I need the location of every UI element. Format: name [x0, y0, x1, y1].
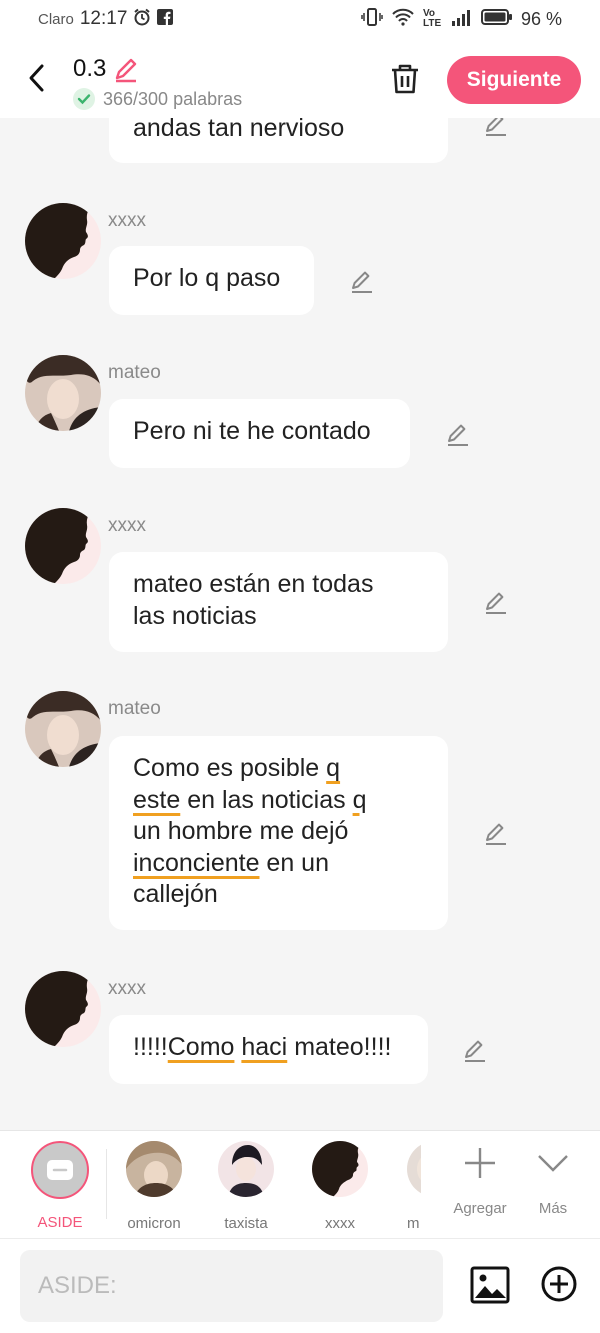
more-button[interactable]: Más: [518, 1145, 588, 1217]
message-text-line: mateo están en todas: [133, 570, 374, 598]
aside-avatar: [31, 1141, 89, 1199]
message-text-line: Como es posible q: [133, 754, 341, 782]
avatar[interactable]: [25, 203, 101, 279]
message-bubble[interactable]: Como es posible q este en las noticias q…: [109, 736, 448, 930]
status-bar: Claro 12:17 Vo LTE 96 %: [0, 0, 600, 38]
avatar[interactable]: [25, 971, 101, 1047]
avatar[interactable]: [25, 355, 101, 431]
avatar: [126, 1141, 182, 1197]
vibrate-icon: [361, 7, 383, 32]
wifi-icon: [391, 8, 415, 31]
chat-messages[interactable]: andas tan nervioso xxxx Por lo q paso ma…: [0, 118, 600, 1130]
message-text: Por lo q paso: [133, 264, 281, 292]
facebook-icon: [157, 8, 174, 30]
photo-avatar-icon: [126, 1141, 182, 1197]
message-text-line: las noticias: [133, 601, 257, 630]
character-label: xxxx: [325, 1215, 355, 1232]
input-bar: [0, 1238, 600, 1333]
character-label: omicron: [127, 1215, 181, 1232]
delete-button[interactable]: [386, 60, 424, 98]
silhouette-avatar-icon: [25, 508, 101, 584]
avatar: [218, 1141, 274, 1197]
character-omicron[interactable]: omicron: [114, 1141, 194, 1232]
silhouette-avatar-icon: [312, 1141, 368, 1197]
sender-name: mateo: [108, 362, 161, 383]
word-count: 366/300 palabras: [73, 88, 242, 110]
message-text-line: este en las noticias q: [133, 785, 367, 814]
plus-icon: [465, 1148, 495, 1178]
silhouette-avatar-icon: [25, 203, 101, 279]
character-taxista[interactable]: taxista: [206, 1141, 286, 1232]
sender-name: xxxx: [108, 978, 146, 999]
more-label: Más: [538, 1200, 568, 1217]
add-character-button[interactable]: Agregar: [445, 1145, 515, 1217]
message-bubble[interactable]: !!!!!Como haci mateo!!!!: [109, 1015, 428, 1084]
character-aside[interactable]: ASIDE: [20, 1141, 100, 1231]
message-bubble[interactable]: Pero ni te he contado: [109, 399, 410, 468]
version-label: 0.3: [73, 55, 107, 82]
character-label: taxista: [224, 1215, 268, 1232]
divider: [106, 1149, 107, 1219]
silhouette-avatar-icon: [25, 971, 101, 1047]
editor-header: 0.3 366/300 palabras Siguiente: [0, 38, 600, 118]
photo-avatar-icon: [25, 691, 101, 767]
back-button[interactable]: [22, 58, 52, 98]
message-text: !!!!!Como haci mateo!!!!: [133, 1033, 392, 1061]
pencil-icon: [116, 58, 137, 83]
character-label: m: [407, 1215, 420, 1232]
edit-message-icon[interactable]: [482, 588, 510, 616]
edit-message-icon[interactable]: [482, 819, 510, 847]
message-text-line: callejón: [133, 880, 218, 908]
add-button[interactable]: [540, 1265, 578, 1303]
check-icon: [73, 88, 95, 110]
message-text-line: inconciente en un: [133, 848, 329, 877]
chevron-left-icon: [29, 64, 44, 92]
character-label: ASIDE: [37, 1214, 83, 1231]
edit-message-icon[interactable]: [461, 1036, 489, 1064]
word-count-label: 366/300 palabras: [103, 88, 243, 109]
character-xxxx[interactable]: xxxx: [300, 1141, 380, 1232]
photo-avatar-icon: [25, 355, 101, 431]
battery-level: 96 %: [520, 8, 562, 29]
chat-bubble-icon: [47, 1160, 73, 1180]
trash-icon: [392, 64, 418, 94]
message-bubble[interactable]: Por lo q paso: [109, 246, 314, 315]
chevron-down-icon: [538, 1155, 568, 1172]
signal-icon: [451, 8, 473, 31]
edit-message-icon[interactable]: [444, 420, 472, 448]
avatar[interactable]: [25, 508, 101, 584]
avatar: [407, 1141, 421, 1197]
edit-message-icon[interactable]: [348, 267, 376, 295]
clock: 12:17: [79, 8, 128, 29]
photo-avatar-icon: [407, 1141, 421, 1197]
battery-icon: [480, 8, 513, 31]
edit-message-icon[interactable]: [482, 118, 510, 138]
avatar[interactable]: [25, 691, 101, 767]
message-text: Pero ni te he contado: [133, 417, 371, 445]
message-text-line: un hombre me dejó: [133, 817, 349, 845]
photo-avatar-icon: [218, 1141, 274, 1197]
message-bubble[interactable]: andas tan nervioso: [109, 118, 448, 163]
character-m[interactable]: m: [395, 1141, 421, 1232]
message-text: andas tan nervioso: [133, 118, 345, 142]
next-button[interactable]: Siguiente: [447, 56, 581, 104]
message-input[interactable]: [20, 1250, 443, 1322]
image-icon: [470, 1266, 510, 1304]
alarm-icon: [133, 8, 151, 31]
plus-circle-icon: [541, 1266, 577, 1302]
sender-name: xxxx: [108, 515, 146, 536]
add-label: Agregar: [453, 1200, 507, 1217]
message-bubble[interactable]: mateo están en todas las noticias: [109, 552, 448, 652]
status-left: Claro 12:17: [38, 8, 174, 31]
avatar: [312, 1141, 368, 1197]
carrier-name: Claro: [38, 10, 74, 28]
version-title[interactable]: 0.3: [73, 55, 140, 83]
status-right: Vo LTE 96 %: [361, 7, 562, 32]
insert-image-button[interactable]: [470, 1265, 510, 1305]
character-bar: ASIDE omicron taxista xxxx m Agregar Más: [0, 1130, 600, 1238]
sender-name: xxxx: [108, 210, 146, 231]
volte-label: Vo LTE: [422, 8, 442, 29]
sender-name: mateo: [108, 698, 161, 719]
